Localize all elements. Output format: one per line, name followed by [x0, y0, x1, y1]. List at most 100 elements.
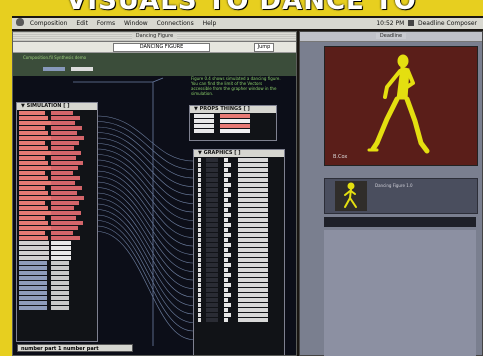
- param-row[interactable]: [194, 208, 284, 212]
- param-row[interactable]: [194, 173, 284, 177]
- param-row[interactable]: [194, 158, 284, 162]
- param-row[interactable]: [194, 313, 284, 317]
- param-row[interactable]: [17, 201, 97, 205]
- simulation-panel-header[interactable]: ▼ SIMULATION [ ]: [17, 103, 97, 110]
- app-switcher-icon[interactable]: [408, 20, 415, 26]
- param-row[interactable]: [17, 176, 97, 180]
- param-row[interactable]: [17, 126, 97, 130]
- subbar-slider-2[interactable]: [71, 67, 93, 71]
- param-row[interactable]: [17, 241, 97, 245]
- param-row[interactable]: [194, 243, 284, 247]
- param-row[interactable]: [17, 281, 97, 285]
- param-row[interactable]: [17, 166, 97, 170]
- graphics-panel[interactable]: ▼ GRAPHICS [ ]: [193, 149, 285, 355]
- param-row[interactable]: [190, 119, 276, 123]
- props-panel[interactable]: ▼ PROPS THINGS [ ]: [189, 105, 277, 141]
- param-row[interactable]: [194, 258, 284, 262]
- param-row[interactable]: [190, 129, 276, 133]
- param-row[interactable]: [17, 191, 97, 195]
- param-row[interactable]: [194, 168, 284, 172]
- param-row[interactable]: [194, 298, 284, 302]
- menu-connections[interactable]: Connections: [157, 18, 194, 29]
- param-row[interactable]: [17, 181, 97, 185]
- param-row[interactable]: [194, 288, 284, 292]
- menu-edit[interactable]: Edit: [76, 18, 88, 29]
- composition-name-field[interactable]: DANCING FIGURE: [113, 43, 210, 52]
- param-row[interactable]: [194, 228, 284, 232]
- param-row[interactable]: [17, 131, 97, 135]
- apple-menu-icon[interactable]: [16, 18, 24, 26]
- param-row[interactable]: [17, 151, 97, 155]
- deadline-titlebar[interactable]: Deadline: [300, 32, 482, 42]
- param-row[interactable]: [17, 251, 97, 255]
- param-row[interactable]: [17, 216, 97, 220]
- menu-composition[interactable]: Composition: [30, 18, 67, 29]
- param-row[interactable]: [17, 121, 97, 125]
- param-row[interactable]: [17, 156, 97, 160]
- param-row[interactable]: [194, 253, 284, 257]
- param-row[interactable]: [194, 193, 284, 197]
- param-row[interactable]: [194, 248, 284, 252]
- app-name-label[interactable]: Deadline Composer: [418, 20, 477, 27]
- param-row[interactable]: [17, 296, 97, 300]
- param-row[interactable]: [17, 171, 97, 175]
- menu-window[interactable]: Window: [124, 18, 148, 29]
- patch-canvas[interactable]: Figure 0.4 shows simulated a dancing fig…: [13, 76, 296, 355]
- param-row[interactable]: [17, 111, 97, 115]
- param-row[interactable]: [194, 218, 284, 222]
- jump-button[interactable]: Jump: [254, 43, 274, 52]
- param-row[interactable]: [17, 276, 97, 280]
- param-row[interactable]: [17, 256, 97, 260]
- param-row[interactable]: [17, 266, 97, 270]
- param-row[interactable]: [17, 231, 97, 235]
- param-row[interactable]: [194, 203, 284, 207]
- param-row[interactable]: [17, 221, 97, 225]
- param-row[interactable]: [17, 141, 97, 145]
- param-row[interactable]: [17, 211, 97, 215]
- param-row[interactable]: [17, 236, 97, 240]
- param-row[interactable]: [194, 308, 284, 312]
- param-row[interactable]: [194, 198, 284, 202]
- main-window-titlebar[interactable]: Dancing Figure: [13, 32, 296, 42]
- subbar-slider[interactable]: [43, 67, 65, 71]
- param-row[interactable]: [17, 136, 97, 140]
- param-row[interactable]: [17, 161, 97, 165]
- param-row[interactable]: [194, 163, 284, 167]
- param-row[interactable]: [17, 291, 97, 295]
- param-row[interactable]: [17, 301, 97, 305]
- param-row[interactable]: [17, 306, 97, 310]
- param-row[interactable]: [194, 223, 284, 227]
- param-row[interactable]: [17, 146, 97, 150]
- param-row[interactable]: [194, 178, 284, 182]
- param-row[interactable]: [194, 283, 284, 287]
- param-row[interactable]: [194, 293, 284, 297]
- props-panel-header[interactable]: ▼ PROPS THINGS [ ]: [190, 106, 276, 113]
- menu-forms[interactable]: Forms: [97, 18, 115, 29]
- number-part-panel[interactable]: number part 1 number part: [17, 344, 133, 352]
- param-row[interactable]: [194, 213, 284, 217]
- param-row[interactable]: [194, 303, 284, 307]
- graphics-panel-header[interactable]: ▼ GRAPHICS [ ]: [194, 150, 284, 157]
- param-row[interactable]: [194, 188, 284, 192]
- param-row[interactable]: [190, 114, 276, 118]
- clip-strip[interactable]: Dancing Figure 1.0: [324, 178, 478, 214]
- menu-help[interactable]: Help: [203, 18, 217, 29]
- param-row[interactable]: [190, 124, 276, 128]
- simulation-panel[interactable]: ▼ SIMULATION [ ]: [16, 102, 98, 342]
- param-row[interactable]: [194, 238, 284, 242]
- param-row[interactable]: [17, 261, 97, 265]
- timeline-strip[interactable]: [324, 217, 476, 227]
- param-row[interactable]: [194, 268, 284, 272]
- param-row[interactable]: [17, 116, 97, 120]
- param-row[interactable]: [17, 246, 97, 250]
- param-row[interactable]: [17, 226, 97, 230]
- param-row[interactable]: [17, 206, 97, 210]
- param-row[interactable]: [17, 271, 97, 275]
- param-row[interactable]: [194, 263, 284, 267]
- param-row[interactable]: [194, 273, 284, 277]
- param-row[interactable]: [17, 186, 97, 190]
- figure-preview[interactable]: B.Cox: [324, 46, 478, 166]
- param-row[interactable]: [17, 286, 97, 290]
- clip-thumbnail[interactable]: [335, 181, 367, 211]
- param-row[interactable]: [194, 183, 284, 187]
